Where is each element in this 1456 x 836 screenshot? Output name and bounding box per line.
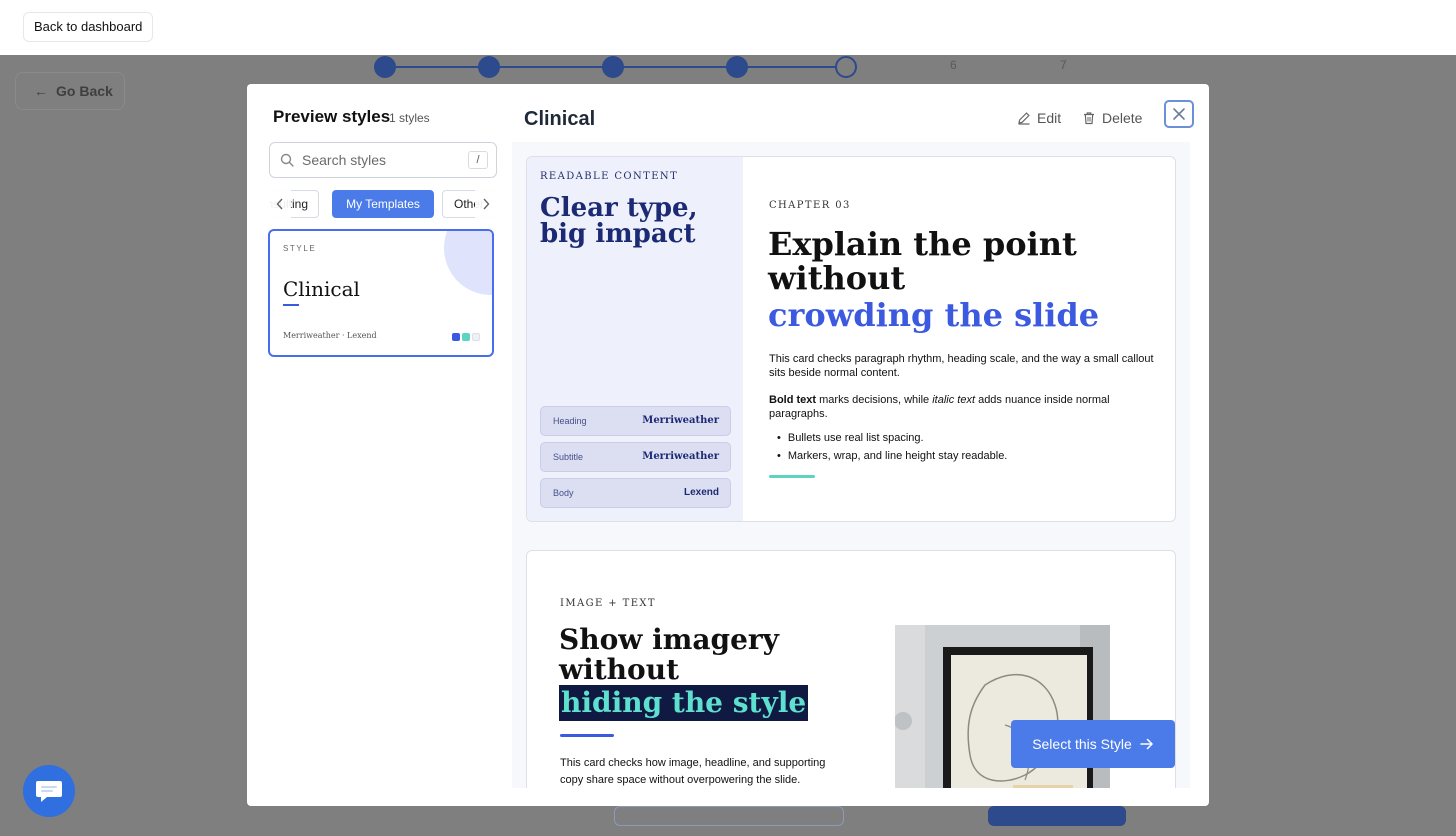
- step-number: 6: [950, 58, 957, 72]
- bg-button-outline: [614, 806, 844, 826]
- edit-label: Edit: [1037, 110, 1062, 126]
- color-swatch: [472, 333, 480, 341]
- font-family-name: Merriweather: [642, 415, 719, 426]
- font-role: Heading: [553, 416, 587, 426]
- step-dot: [602, 56, 624, 78]
- close-icon: [1173, 108, 1185, 120]
- font-row-heading: Heading Merriweather: [540, 406, 731, 436]
- italic-text: italic text: [932, 394, 976, 406]
- slide-eyebrow: READABLE CONTENT: [540, 171, 679, 182]
- preview-slide-readable-content: READABLE CONTENT Clear type, big impact …: [526, 156, 1176, 522]
- chat-bubble-icon: [36, 781, 62, 802]
- styles-count: 1 styles: [389, 111, 430, 125]
- go-back-button[interactable]: ← Go Back: [15, 72, 125, 110]
- style-card-clinical[interactable]: STYLE Clinical Merriweather · Lexend: [268, 229, 494, 357]
- sidebar-title: Preview styles: [273, 107, 391, 126]
- slide-paragraph: This card checks paragraph rhythm, headi…: [769, 353, 1154, 379]
- trash-icon: [1084, 112, 1094, 125]
- search-icon: [280, 153, 294, 167]
- bg-button-filled: [988, 806, 1126, 826]
- chevron-left-icon: [276, 198, 283, 210]
- search-box: /: [269, 142, 497, 178]
- slide-paragraph-formatted: Bold text marks decisions, while italic …: [769, 393, 1164, 421]
- chat-button[interactable]: [23, 765, 75, 817]
- paragraph-text: marks decisions, while: [816, 394, 933, 406]
- select-style-label: Select this Style: [1032, 736, 1132, 752]
- font-row-body: Body Lexend: [540, 478, 731, 508]
- search-shortcut-key: /: [468, 151, 488, 169]
- step-dot-current: [835, 56, 857, 78]
- delete-button[interactable]: Delete: [1082, 110, 1142, 126]
- delete-label: Delete: [1102, 110, 1143, 126]
- font-family-name: Merriweather: [642, 451, 719, 462]
- category-tabs: Consulting My Templates Other: [269, 190, 497, 220]
- card-label: STYLE: [283, 244, 317, 253]
- pencil-icon: [1018, 112, 1030, 125]
- card-style-name: Clinical: [283, 277, 360, 301]
- step-dot: [726, 56, 748, 78]
- chapter-label: CHAPTER 03: [769, 200, 851, 211]
- step-dot: [374, 56, 396, 78]
- bold-text: Bold text: [769, 394, 817, 406]
- search-input[interactable]: [302, 149, 462, 171]
- font-role: Subtitle: [553, 452, 584, 462]
- select-style-button[interactable]: Select this Style: [1011, 720, 1175, 768]
- card-underline: [283, 304, 299, 306]
- style-title: Clinical: [524, 108, 596, 130]
- slide-eyebrow: IMAGE + TEXT: [560, 598, 656, 609]
- back-to-dashboard-button[interactable]: Back to dashboard: [23, 12, 154, 42]
- go-back-label: Go Back: [56, 83, 113, 99]
- tabs-scroll-left-button[interactable]: [269, 190, 291, 218]
- font-role: Body: [553, 488, 574, 498]
- arrow-right-icon: [1140, 738, 1153, 750]
- preview-styles-modal: Preview styles 1 styles / Consulting My …: [247, 84, 1209, 806]
- color-swatch: [452, 333, 460, 341]
- font-row-subtitle: Subtitle Merriweather: [540, 442, 731, 472]
- color-swatch: [462, 333, 470, 341]
- accent-bar: [560, 734, 614, 737]
- step-number: 7: [1060, 58, 1067, 72]
- bullet-item: Bullets use real list spacing.: [777, 429, 1007, 447]
- bullet-list: Bullets use real list spacing. Markers, …: [777, 429, 1008, 465]
- slide-heading-accent: crowding the slide: [768, 296, 1100, 334]
- arrow-left-icon: ←: [34, 83, 48, 99]
- slide-heading-highlight: hiding the style: [559, 685, 809, 721]
- close-button[interactable]: [1164, 100, 1194, 128]
- tab-my-templates[interactable]: My Templates: [332, 190, 434, 218]
- slide-paragraph: This card checks how image, headline, an…: [560, 757, 826, 786]
- chevron-right-icon: [483, 198, 490, 210]
- card-decoration: [444, 231, 492, 295]
- slide-heading: Show imagery without: [559, 623, 779, 686]
- top-bar: Back to dashboard: [0, 0, 1456, 55]
- accent-bar: [769, 475, 815, 478]
- bullet-item: Markers, wrap, and line height stay read…: [777, 447, 1008, 465]
- edit-button[interactable]: Edit: [1017, 110, 1061, 126]
- side-heading: Clear type, big impact: [540, 193, 698, 249]
- font-family-name: Lexend: [683, 487, 719, 498]
- tabs-scroll-right-button[interactable]: [475, 190, 497, 218]
- step-dot: [478, 56, 500, 78]
- style-preview-area: READABLE CONTENT Clear type, big impact …: [512, 142, 1190, 788]
- slide-heading: Explain the point without: [768, 225, 1077, 297]
- slide-side-panel: READABLE CONTENT Clear type, big impact …: [527, 157, 743, 521]
- card-fonts: Merriweather · Lexend: [283, 331, 377, 340]
